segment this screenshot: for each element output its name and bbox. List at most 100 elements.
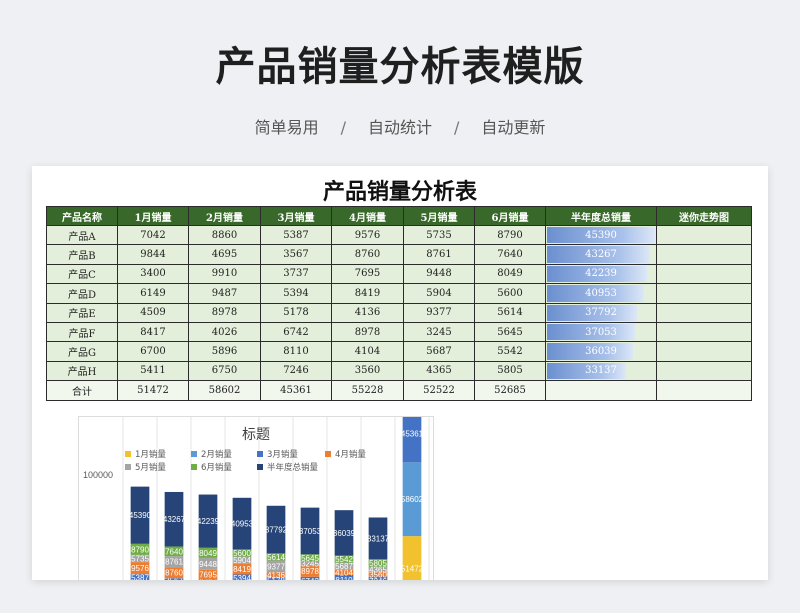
table-row: 产品H 5411 6750 7246 3560 4365 5805 33137 — [46, 360, 752, 382]
sparkline-cell — [656, 380, 752, 401]
monthly-sales-cell: 8860 — [188, 224, 261, 246]
monthly-sales-cell: 6149 — [117, 283, 189, 304]
data-label: 5805 — [369, 559, 387, 568]
product-name-cell: 产品A — [46, 224, 118, 246]
monthly-sales-cell: 3567 — [260, 244, 332, 265]
legend-label: 5月销量 — [135, 462, 166, 473]
half-year-total-cell: 43267 — [545, 244, 657, 265]
data-label: 5735 — [131, 554, 149, 563]
spreadsheet-preview: 产品销量分析表 产品名称 1月销量 2月销量 3月销量 4月销量 5月销量 6月销量 半年度总… — [32, 166, 768, 580]
sparkline-cell — [656, 224, 752, 246]
data-label: 5600 — [233, 549, 251, 558]
table-row: 产品D 6149 9487 5394 8419 5904 5600 40953 — [46, 283, 752, 304]
total-label-cell: 合计 — [46, 380, 118, 401]
monthly-sales-cell: 5542 — [474, 341, 546, 362]
page-title: 产品销量分析表模版 — [215, 44, 585, 90]
total-sales-cell: 58602 — [188, 380, 261, 401]
total-value: 37792 — [585, 307, 617, 319]
product-name-cell: 产品H — [46, 360, 118, 382]
monthly-sales-cell: 9487 — [188, 283, 261, 304]
table-row: 产品F 8417 4026 6742 8978 3245 5645 37053 — [46, 321, 752, 343]
monthly-sales-cell: 4136 — [331, 302, 404, 323]
tag-separator: / — [340, 118, 346, 137]
total-value: 37053 — [585, 326, 617, 338]
monthly-sales-cell: 4104 — [331, 341, 404, 362]
data-label: 7695 — [199, 571, 217, 580]
column-header: 半年度总销量 — [545, 206, 657, 226]
legend-swatch — [125, 464, 131, 470]
data-label: 37792 — [265, 526, 288, 535]
data-label: 9448 — [199, 560, 217, 569]
sparkline-cell — [656, 263, 752, 285]
table-row: 产品G 6700 5896 8110 4104 5687 5542 36039 — [46, 341, 752, 362]
total-value: 45390 — [585, 229, 617, 241]
tag-auto-stats: 自动统计 — [367, 118, 432, 137]
sparkline-cell — [656, 244, 752, 265]
total-sales-cell: 45361 — [260, 380, 332, 401]
half-year-total-cell: 42239 — [545, 263, 657, 285]
column-header: 产品名称 — [46, 206, 118, 226]
data-label: 5394 — [233, 574, 251, 580]
bar-segment — [402, 417, 422, 463]
monthly-sales-cell: 3400 — [117, 263, 189, 285]
monthly-sales-cell: 8978 — [331, 321, 404, 343]
monthly-sales-cell: 8110 — [260, 341, 332, 362]
product-name-cell: 产品D — [46, 283, 118, 304]
product-name-cell: 产品F — [46, 321, 118, 343]
column-header: 3月销量 — [260, 206, 332, 226]
monthly-sales-cell: 7246 — [260, 360, 332, 382]
monthly-sales-cell: 5614 — [474, 302, 546, 323]
data-label: 5387 — [131, 574, 149, 580]
half-year-total-cell: 33137 — [545, 360, 657, 382]
legend-swatch — [125, 451, 131, 457]
monthly-sales-cell: 8049 — [474, 263, 546, 285]
monthly-sales-cell: 9576 — [331, 224, 404, 246]
data-label: 37053 — [299, 527, 322, 536]
sheet-title: 产品销量分析表 — [322, 180, 477, 205]
total-row: 合计 51472 58602 45361 55228 52522 52685 — [46, 380, 752, 401]
total-cell — [545, 380, 657, 401]
data-label: 5542 — [335, 555, 353, 564]
monthly-sales-cell: 5735 — [403, 224, 475, 246]
data-label: 7640 — [165, 547, 183, 556]
monthly-sales-cell: 4509 — [117, 302, 189, 323]
stacked-bar-chart: 4000003000002000001000000标题7042886053879… — [78, 416, 434, 580]
data-label: 42239 — [197, 517, 220, 526]
monthly-sales-cell: 8761 — [403, 244, 475, 265]
monthly-sales-cell: 5904 — [403, 283, 475, 304]
column-header: 6月销量 — [474, 206, 546, 226]
legend-swatch — [325, 451, 331, 457]
half-year-total-cell: 37792 — [545, 302, 657, 323]
legend-swatch — [191, 464, 197, 470]
y-tick-label: 100000 — [83, 470, 113, 480]
legend-label: 6月销量 — [201, 462, 232, 473]
column-header: 5月销量 — [403, 206, 475, 226]
monthly-sales-cell: 3560 — [331, 360, 404, 382]
product-name-cell: 产品C — [46, 263, 118, 285]
data-label: 8049 — [199, 549, 217, 558]
monthly-sales-cell: 5387 — [260, 224, 332, 246]
total-sales-cell: 55228 — [331, 380, 404, 401]
data-label: 36039 — [333, 529, 356, 538]
legend-swatch — [257, 464, 263, 470]
data-label: 45361 — [401, 430, 424, 439]
monthly-sales-cell: 7640 — [474, 244, 546, 265]
monthly-sales-cell: 5178 — [260, 302, 332, 323]
tag-auto-update: 自动更新 — [481, 118, 546, 137]
monthly-sales-cell: 4026 — [188, 321, 261, 343]
data-label: 43267 — [163, 515, 186, 524]
total-sales-cell: 52522 — [403, 380, 475, 401]
total-sales-cell: 51472 — [117, 380, 189, 401]
total-value: 36039 — [585, 346, 617, 358]
monthly-sales-cell: 5896 — [188, 341, 261, 362]
half-year-total-cell: 37053 — [545, 321, 657, 343]
column-header: 迷你走势图 — [656, 206, 752, 226]
data-label: 6742 — [301, 577, 319, 580]
total-value: 43267 — [585, 249, 617, 261]
legend-label: 2月销量 — [201, 449, 232, 460]
total-value: 33137 — [585, 365, 617, 377]
monthly-sales-cell: 6750 — [188, 360, 261, 382]
monthly-sales-cell: 8417 — [117, 321, 189, 343]
data-label: 58602 — [401, 495, 424, 504]
sparkline-cell — [656, 302, 752, 323]
